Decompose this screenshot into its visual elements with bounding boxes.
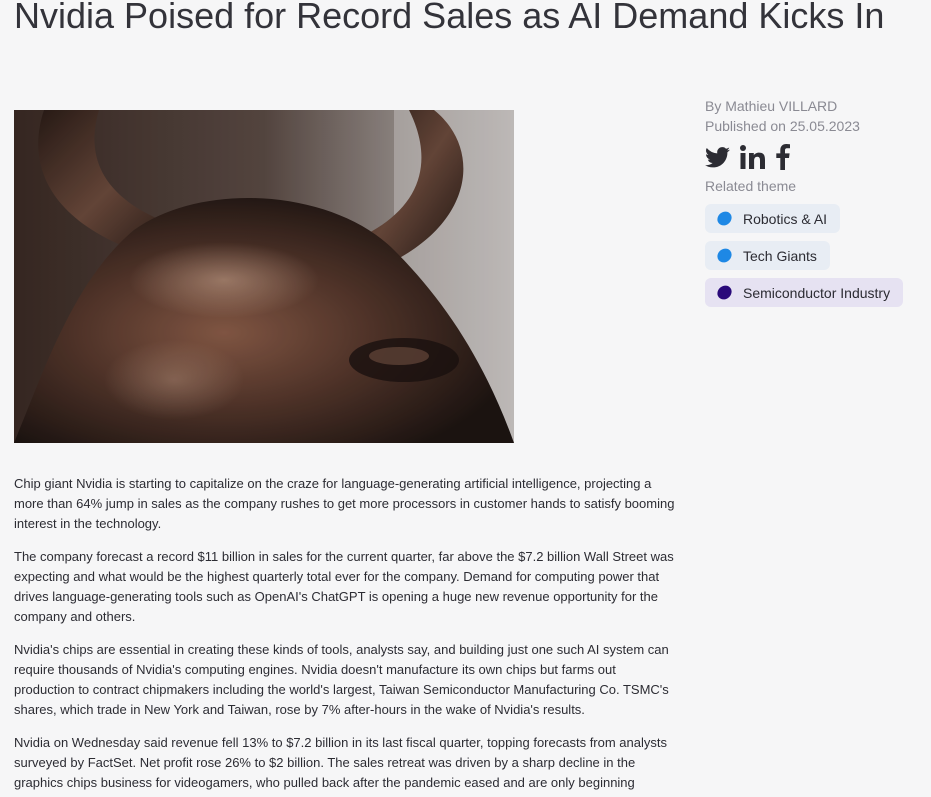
theme-dot-icon <box>714 208 735 229</box>
article-sidebar: By Mathieu VILLARD Published on 25.05.20… <box>705 96 925 315</box>
theme-tag-label: Tech Giants <box>743 247 817 264</box>
bull-sculpture-illustration <box>14 110 514 443</box>
article-paragraph: Nvidia's chips are essential in creating… <box>14 642 669 717</box>
article-paragraph: The company forecast a record $11 billio… <box>14 549 674 624</box>
theme-tag-tech-giants[interactable]: Tech Giants <box>705 241 830 270</box>
theme-dot-icon <box>714 282 735 303</box>
facebook-icon[interactable] <box>776 144 790 170</box>
theme-tag-label: Robotics & AI <box>743 210 828 227</box>
theme-dot-icon <box>714 245 735 266</box>
hero-image-bull <box>14 110 514 443</box>
published-date: Published on 25.05.2023 <box>705 118 860 134</box>
article-page: Nvidia Poised for Record Sales as AI Dem… <box>0 0 931 797</box>
social-share-bar <box>705 142 925 172</box>
twitter-icon[interactable] <box>705 146 730 168</box>
theme-tag-semiconductor-industry[interactable]: Semiconductor Industry <box>705 278 904 307</box>
related-theme-list: Robotics & AI Tech Giants Semiconductor … <box>705 204 925 315</box>
article-body: Chip giant Nvidia is starting to capital… <box>14 474 679 797</box>
author-byline: By Mathieu VILLARD <box>705 98 838 114</box>
related-theme-label: Related theme <box>705 178 797 194</box>
article-title: Nvidia Poised for Record Sales as AI Dem… <box>14 0 885 36</box>
article-paragraph: Chip giant Nvidia is starting to capital… <box>14 476 675 531</box>
linkedin-icon[interactable] <box>740 145 766 169</box>
theme-tag-robotics-ai[interactable]: Robotics & AI <box>705 204 841 233</box>
theme-tag-label: Semiconductor Industry <box>743 284 891 301</box>
article-paragraph: Nvidia on Wednesday said revenue fell 13… <box>14 735 667 790</box>
